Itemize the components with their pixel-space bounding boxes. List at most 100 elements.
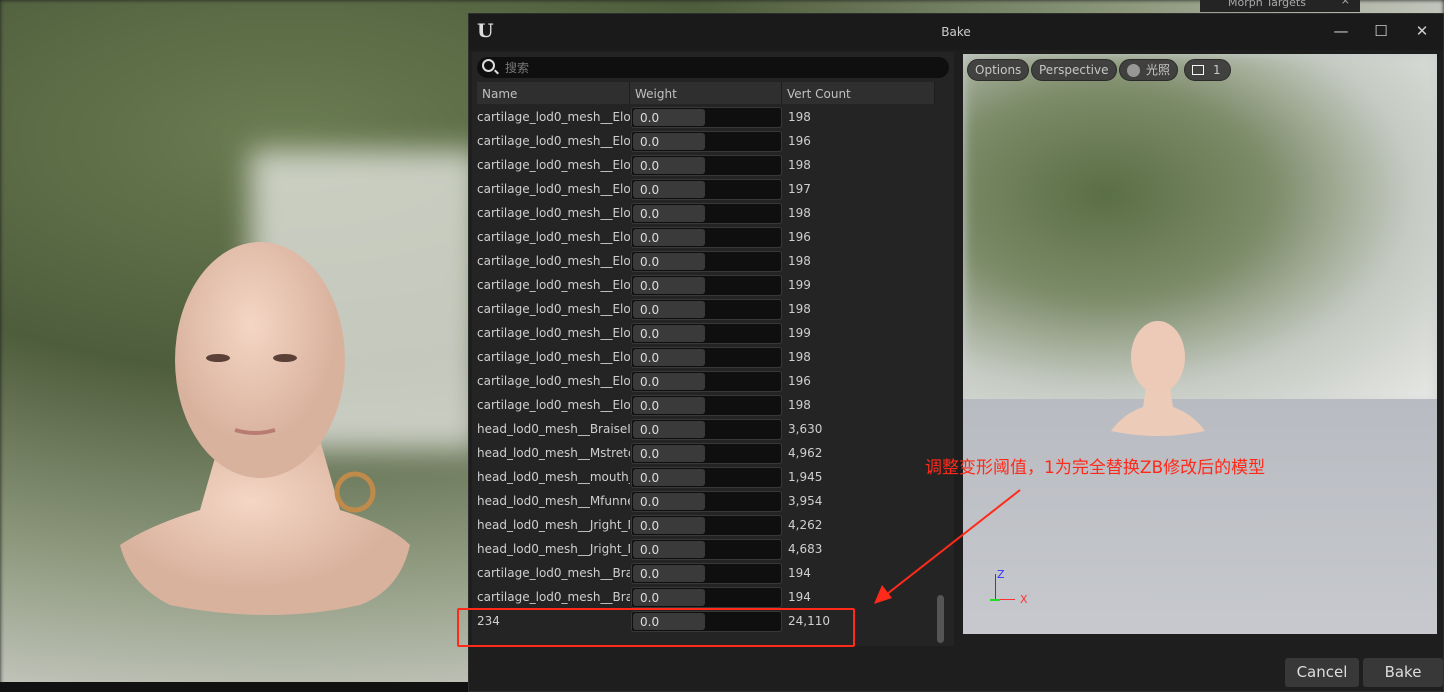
maximize-button[interactable]: ☐ <box>1369 22 1393 40</box>
table-row[interactable]: cartilage_lod0_mesh__Elooi 0.0 198 <box>477 249 935 273</box>
row-name: head_lod0_mesh__Mstretch <box>477 446 630 460</box>
lighting-button[interactable]: 光照 <box>1119 59 1179 81</box>
weight-value: 0.0 <box>640 470 660 485</box>
vert-count: 4,683 <box>788 542 823 556</box>
vert-count: 3,630 <box>788 422 823 436</box>
vert-count: 198 <box>788 206 811 220</box>
weight-value: 0.0 <box>640 326 660 341</box>
cancel-button[interactable]: Cancel <box>1285 658 1359 687</box>
search-box[interactable] <box>477 57 949 78</box>
weight-slider[interactable]: 0.0 <box>631 442 782 464</box>
weight-value: 0.0 <box>640 302 660 317</box>
weight-slider[interactable]: 0.0 <box>631 274 782 296</box>
table-row[interactable]: cartilage_lod0_mesh__Elooi 0.0 197 <box>477 177 935 201</box>
weight-slider[interactable]: 0.0 <box>631 202 782 224</box>
vert-count: 194 <box>788 566 811 580</box>
weight-value: 0.0 <box>640 182 660 197</box>
options-button[interactable]: Options <box>967 59 1030 81</box>
row-name: head_lod0_mesh__Jright_M <box>477 542 630 556</box>
weight-value: 0.0 <box>640 542 660 557</box>
annotation-arrow-icon <box>874 489 1021 604</box>
table-row[interactable]: cartilage_lod0_mesh__Elooi 0.0 198 <box>477 105 935 129</box>
weight-slider[interactable]: 0.0 <box>631 466 782 488</box>
table-row[interactable]: cartilage_lod0_mesh__Elooi 0.0 196 <box>477 129 935 153</box>
close-button[interactable]: ✕ <box>1410 22 1434 40</box>
bake-button[interactable]: Bake <box>1363 658 1443 687</box>
weight-slider[interactable]: 0.0 <box>631 298 782 320</box>
morph-targets-tab[interactable]: Morph Targets × <box>1200 0 1360 12</box>
table-row[interactable]: cartilage_lod0_mesh__Elooi 0.0 198 <box>477 393 935 417</box>
weight-slider[interactable]: 0.0 <box>631 130 782 152</box>
vert-count: 196 <box>788 374 811 388</box>
weight-value: 0.0 <box>640 278 660 293</box>
row-name: head_lod0_mesh__Jright_M <box>477 518 630 532</box>
table-row[interactable]: head_lod0_mesh__Mstretch 0.0 4,962 <box>477 441 935 465</box>
weight-slider[interactable]: 0.0 <box>631 370 782 392</box>
row-name: cartilage_lod0_mesh__Elooi <box>477 278 630 292</box>
weight-value: 0.0 <box>640 422 660 437</box>
weight-value: 0.0 <box>640 590 660 605</box>
weight-slider[interactable]: 0.0 <box>631 106 782 128</box>
column-name[interactable]: Name <box>477 82 630 104</box>
table-row[interactable]: cartilage_lod0_mesh__Elooi 0.0 198 <box>477 153 935 177</box>
vert-count: 3,954 <box>788 494 823 508</box>
table-row[interactable]: cartilage_lod0_mesh__Elooi 0.0 198 <box>477 201 935 225</box>
weight-value: 0.0 <box>640 398 660 413</box>
vert-count: 199 <box>788 278 811 292</box>
search-input[interactable] <box>505 59 925 76</box>
lighting-icon <box>1127 64 1140 77</box>
vert-count: 198 <box>788 302 811 316</box>
vert-count: 196 <box>788 134 811 148</box>
row-name: cartilage_lod0_mesh__Elooi <box>477 254 630 268</box>
weight-slider[interactable]: 0.0 <box>631 250 782 272</box>
minimize-button[interactable]: — <box>1329 22 1353 40</box>
preview-head <box>1111 321 1205 436</box>
row-name: head_lod0_mesh__Mfunnel <box>477 494 630 508</box>
weight-slider[interactable]: 0.0 <box>631 322 782 344</box>
perspective-button[interactable]: Perspective <box>1031 59 1117 81</box>
tab-label: Morph Targets <box>1228 0 1306 9</box>
annotation-text: 调整变形阈值，1为完全替换ZB修改后的模型 <box>925 458 1266 478</box>
table-row[interactable]: cartilage_lod0_mesh__Elooi 0.0 198 <box>477 345 935 369</box>
vert-count: 198 <box>788 110 811 124</box>
weight-value: 0.0 <box>640 206 660 221</box>
weight-slider[interactable]: 0.0 <box>631 490 782 512</box>
weight-slider[interactable]: 0.0 <box>631 394 782 416</box>
row-name: cartilage_lod0_mesh__Elooi <box>477 134 630 148</box>
weight-value: 0.0 <box>640 110 660 125</box>
camera-speed-value: 1 <box>1213 63 1221 77</box>
weight-slider[interactable]: 0.0 <box>631 418 782 440</box>
table-row[interactable]: cartilage_lod0_mesh__Elooi 0.0 196 <box>477 369 935 393</box>
weight-slider[interactable]: 0.0 <box>631 586 782 608</box>
weight-value: 0.0 <box>640 374 660 389</box>
column-weight[interactable]: Weight <box>630 82 782 104</box>
row-name: cartilage_lod0_mesh__Brai <box>477 590 630 604</box>
weight-slider[interactable]: 0.0 <box>631 514 782 536</box>
camera-speed-button[interactable]: 1 <box>1184 59 1231 81</box>
row-name: cartilage_lod0_mesh__Elooi <box>477 182 630 196</box>
dialog-title: Bake <box>941 25 971 39</box>
row-name: head_lod0_mesh__BraiseInn <box>477 422 630 436</box>
row-name: cartilage_lod0_mesh__Elooi <box>477 374 630 388</box>
weight-value: 0.0 <box>640 350 660 365</box>
table-row[interactable]: cartilage_lod0_mesh__Elooi 0.0 199 <box>477 273 935 297</box>
weight-slider[interactable]: 0.0 <box>631 538 782 560</box>
vert-count: 4,962 <box>788 446 823 460</box>
search-icon <box>482 59 495 72</box>
weight-slider[interactable]: 0.0 <box>631 562 782 584</box>
weight-slider[interactable]: 0.0 <box>631 226 782 248</box>
weight-slider[interactable]: 0.0 <box>631 154 782 176</box>
title-bar[interactable]: U Bake — ☐ ✕ <box>469 14 1443 50</box>
vert-count: 198 <box>788 350 811 364</box>
table-row[interactable]: cartilage_lod0_mesh__Elooi 0.0 196 <box>477 225 935 249</box>
close-icon[interactable]: × <box>1341 0 1350 6</box>
table-row[interactable]: cartilage_lod0_mesh__Elooi 0.0 199 <box>477 321 935 345</box>
weight-slider[interactable]: 0.0 <box>631 178 782 200</box>
row-name: head_lod0_mesh__mouth_lip <box>477 470 630 484</box>
table-row[interactable]: head_lod0_mesh__BraiseInn 0.0 3,630 <box>477 417 935 441</box>
table-row[interactable]: cartilage_lod0_mesh__Elooi 0.0 198 <box>477 297 935 321</box>
row-name: cartilage_lod0_mesh__Elooi <box>477 206 630 220</box>
weight-value: 0.0 <box>640 158 660 173</box>
column-vert-count[interactable]: Vert Count <box>782 82 935 104</box>
weight-slider[interactable]: 0.0 <box>631 346 782 368</box>
